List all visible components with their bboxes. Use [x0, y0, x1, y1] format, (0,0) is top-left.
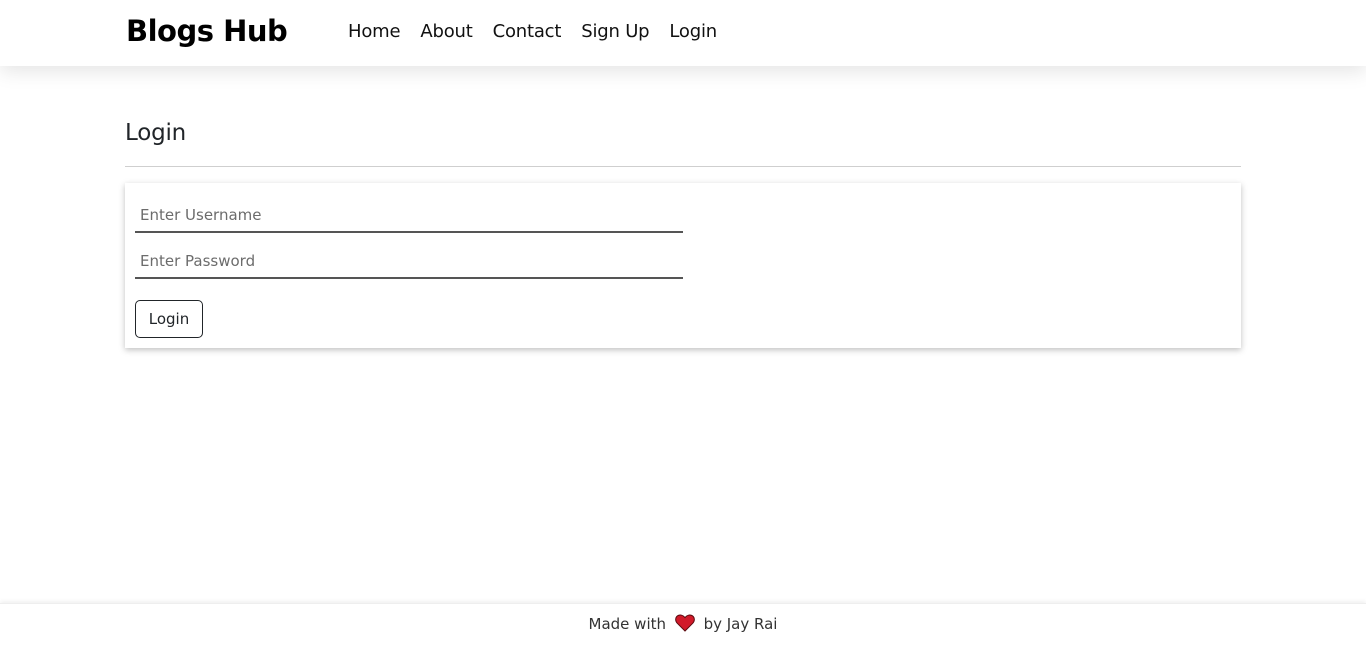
login-button[interactable]: Login: [135, 300, 203, 338]
login-form: Login: [125, 183, 1241, 348]
nav-link-signup[interactable]: Sign Up: [581, 21, 649, 42]
password-input[interactable]: [135, 245, 683, 279]
page-title: Login: [125, 120, 187, 146]
nav-link-home[interactable]: Home: [348, 21, 401, 42]
heart-icon: [675, 614, 695, 636]
brand-logo[interactable]: Blogs Hub: [126, 14, 288, 48]
title-divider: [125, 166, 1241, 167]
nav-link-about[interactable]: About: [420, 21, 472, 42]
nav-link-login[interactable]: Login: [669, 21, 717, 42]
footer: Made with by Jay Rai: [0, 603, 1366, 657]
footer-text-before: Made with: [588, 615, 667, 633]
navbar: Blogs Hub Home About Contact Sign Up Log…: [0, 0, 1366, 66]
username-input[interactable]: [135, 199, 683, 233]
footer-credit: Made with by Jay Rai: [0, 614, 1366, 636]
footer-text-after: by Jay Rai: [703, 615, 778, 633]
nav-menu: Home About Contact Sign Up Login: [348, 21, 737, 42]
nav-link-contact[interactable]: Contact: [493, 21, 562, 42]
